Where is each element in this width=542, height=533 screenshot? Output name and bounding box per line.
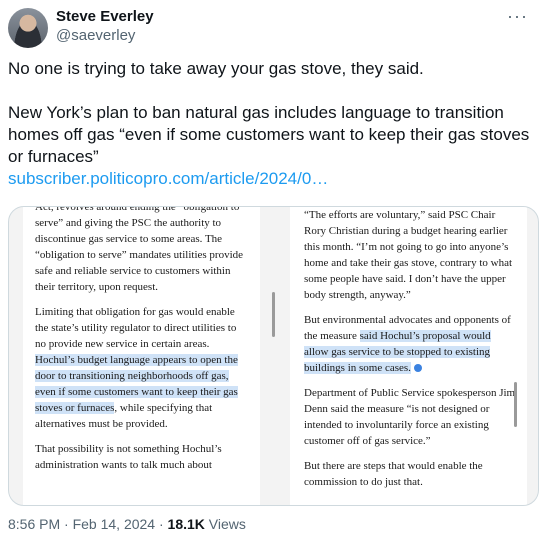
article-right-p1: “The efforts are voluntary,” said PSC Ch… — [304, 209, 513, 301]
selection-handle — [413, 364, 422, 373]
tweet-media[interactable]: Act, revolves around ending the “obligat… — [8, 206, 539, 506]
article-page-left: Act, revolves around ending the “obligat… — [23, 207, 260, 505]
author-handle[interactable]: @saeverley — [56, 27, 135, 44]
more-options-icon[interactable]: ··· — [507, 6, 528, 27]
tweet-line-1: No one is trying to take away your gas s… — [8, 59, 424, 78]
avatar[interactable] — [8, 8, 48, 48]
scrollbar[interactable] — [272, 292, 275, 337]
tweet-link[interactable]: subscriber.politicopro.com/article/2024/… — [8, 168, 534, 190]
article-right-p3: Department of Public Service spokesperso… — [304, 387, 516, 447]
article-left-p3: That possibility is not something Hochul… — [35, 443, 222, 471]
article-right-p2: But environmental advocates and opponent… — [304, 314, 511, 374]
views-label: Views — [204, 516, 246, 532]
article-left-p2: Limiting that obligation for gas would e… — [35, 306, 238, 430]
article-left-p1: Act, revolves around ending the “obligat… — [35, 206, 244, 293]
author-name[interactable]: Steve Everley — [56, 8, 154, 25]
scrollbar[interactable] — [514, 382, 517, 427]
tweet-text: No one is trying to take away your gas s… — [8, 58, 534, 190]
article-page-right: “The efforts are voluntary,” said PSC Ch… — [290, 207, 527, 505]
tweet-meta: 8:56 PM · Feb 14, 2024 · 18.1K Views — [8, 516, 246, 532]
timestamp[interactable]: 8:56 PM · Feb 14, 2024 · — [8, 516, 168, 532]
tweet-line-2: New York’s plan to ban natural gas inclu… — [8, 103, 530, 166]
views-count: 18.1K — [167, 516, 205, 532]
article-right-p4: But there are steps that would enable th… — [304, 460, 483, 488]
